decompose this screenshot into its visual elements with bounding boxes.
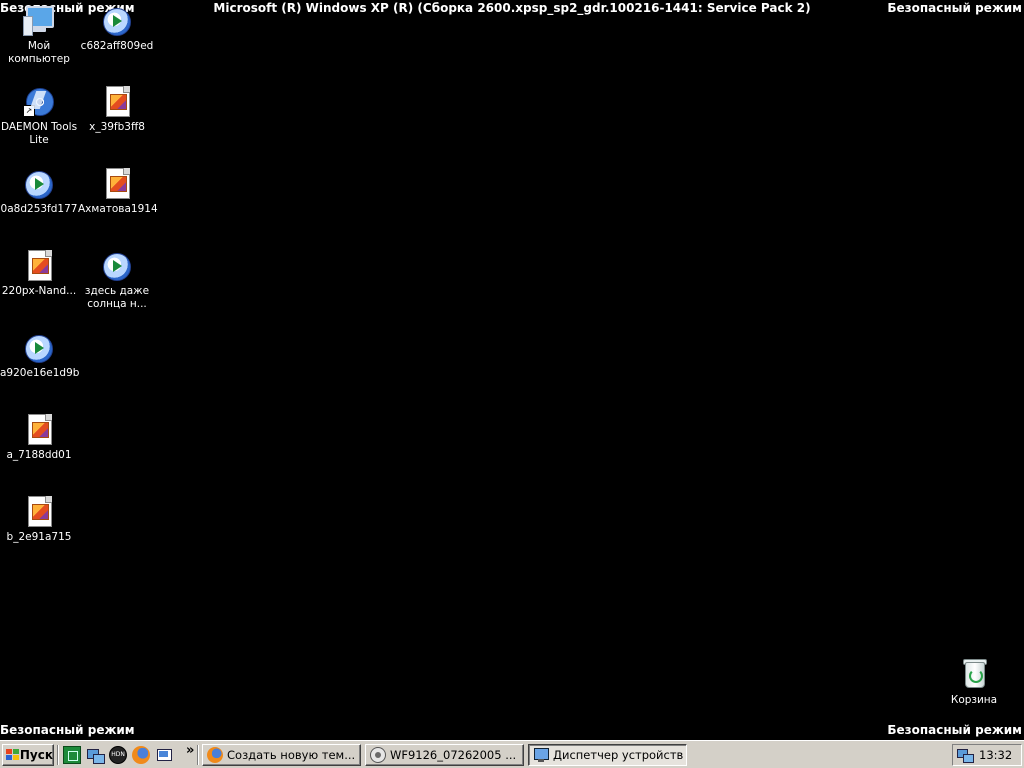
taskbar-button-label: WF9126_07262005 ... [390,748,517,762]
desktop-icon-label: c682aff809ed [80,40,154,52]
desktop-icon-media-file[interactable]: здесь даже солнца н... [78,249,156,311]
media-player-file-icon [23,331,55,363]
device-manager-icon [533,747,549,763]
start-button-label: Пуск [19,748,53,762]
image-file-icon [23,413,55,445]
taskbar: Пуск HDN » Создать новую тем... WF9126_0… [0,740,1024,768]
image-file-icon [23,249,55,281]
my-computer-icon [23,4,55,36]
desktop-icon-recycle-bin[interactable]: Корзина [935,658,1013,707]
media-player-file-icon [101,249,133,281]
clock[interactable]: 13:32 [979,748,1012,762]
taskbar-separator [57,745,59,765]
desktop-icon-image-file[interactable]: 220px-Nand... [0,249,78,298]
media-player-file-icon [101,4,133,36]
desktop-icon-label: Корзина [950,694,998,706]
desktop-icon-image-file[interactable]: Ахматова1914 [78,167,158,216]
safe-mode-label-bottom-left: Безопасный режим [0,723,135,737]
windows-logo-icon [6,749,19,761]
hdn-icon[interactable]: HDN [109,746,127,764]
taskbar-button-image-viewer[interactable]: WF9126_07262005 ... [365,744,524,766]
taskbar-separator [197,745,199,765]
desktop-icon-label: x_39fb3ff8 [89,121,145,133]
show-desktop-icon[interactable] [155,746,173,764]
network-connection-icon[interactable] [957,747,974,763]
taskbar-button-label: Диспетчер устройств [553,748,684,762]
desktop-icon-image-file[interactable]: x_39fb3ff8 [78,85,156,134]
system-tray: 13:32 [952,744,1022,766]
desktop-icon-label: здесь даже солнца н... [84,285,150,310]
taskbar-button-firefox-forum[interactable]: Создать новую тем... [202,744,361,766]
quick-launch-overflow-chevron[interactable]: » [186,743,194,758]
start-button[interactable]: Пуск [2,744,54,766]
firefox-icon [207,747,223,763]
safe-mode-label-bottom-right: Безопасный режим [887,723,1022,737]
desktop-icon-label: 220px-Nand... [1,285,77,297]
desktop-icon-media-file[interactable]: c682aff809ed [78,4,156,53]
desktop-icon-label: Мой компьютер [8,40,70,65]
desktop-icon-image-file[interactable]: a_7188dd01 [0,413,78,462]
desktop-icon-label: Ахматова1914 [78,203,158,215]
image-viewer-icon [370,747,386,763]
image-file-icon [23,495,55,527]
media-player-file-icon [23,167,55,199]
taskbar-button-device-manager[interactable]: Диспетчер устройств [528,744,687,766]
image-file-icon [101,167,133,199]
daemon-tools-shortcut-icon: ↗ [23,85,55,117]
desktop-icon-label: 0a8d253fd177 [0,203,78,215]
desktop-icon-label: a920e16e1d9b [0,367,80,379]
safe-mode-label-top-right: Безопасный режим [887,1,1022,15]
recycle-bin-icon [958,658,990,690]
desktop-icon-label: b_2e91a715 [6,531,72,543]
desktop-icon-my-computer[interactable]: Мой компьютер [0,4,78,66]
image-file-icon [101,85,133,117]
desktop-icon-daemon-tools[interactable]: ↗ DAEMON Tools Lite [0,85,78,147]
desktop-icon-media-file[interactable]: 0a8d253fd177 [0,167,78,216]
firefox-icon[interactable] [132,746,150,764]
taskbar-button-label: Создать новую тем... [227,748,356,762]
green-app-icon[interactable] [63,746,81,764]
network-icon[interactable] [86,746,105,764]
desktop-icon-label: DAEMON Tools Lite [0,121,78,146]
desktop-icon-image-file[interactable]: b_2e91a715 [0,495,78,544]
desktop-icon-media-file[interactable]: a920e16e1d9b [0,331,80,380]
desktop-icon-label: a_7188dd01 [6,449,72,461]
